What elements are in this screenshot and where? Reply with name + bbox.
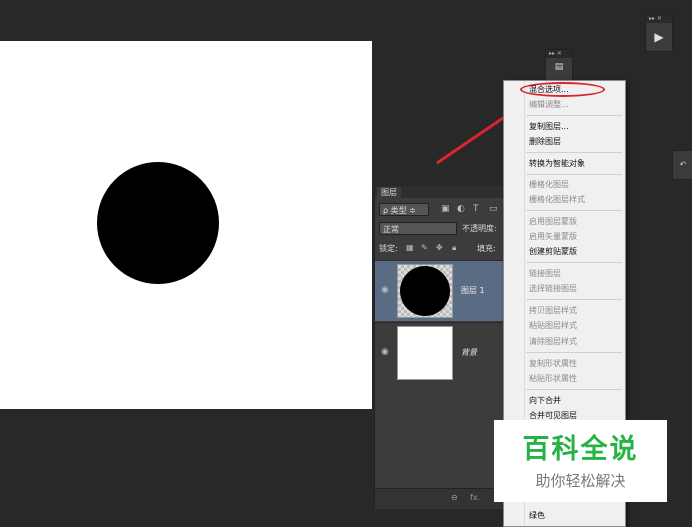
layer-name[interactable]: 背景: [461, 347, 477, 358]
blend-mode-select[interactable]: 正常: [379, 222, 457, 235]
menu-item-convert-smart-object[interactable]: 转换为智能对象: [529, 159, 585, 169]
tab-layers[interactable]: 图层: [377, 187, 401, 198]
lock-label: 锁定:: [379, 244, 398, 253]
layers-bottom-bar: ⊖ fx.: [375, 488, 507, 509]
menu-item-merge-down[interactable]: 向下合并: [529, 396, 561, 406]
menu-item-create-clipping-mask[interactable]: 创建剪贴蒙版: [529, 247, 577, 257]
lock-row: 锁定: ▦ ✎ ✥ 🔒︎ 填充:: [375, 242, 507, 256]
properties-icon[interactable]: ▤: [546, 62, 572, 72]
menu-item-blending-options[interactable]: 混合选项...: [529, 85, 569, 95]
layers-tab-bar: 图层: [375, 186, 507, 198]
visibility-eye-icon[interactable]: ◉: [381, 285, 389, 295]
fx-icon[interactable]: fx.: [470, 493, 480, 502]
fill-label: 填充:: [477, 244, 496, 253]
layer-thumbnail[interactable]: [397, 264, 453, 318]
layers-panel: 图层 ρ 类型 ≑ ▣ ◐ T ▭ 正常 不透明度: 锁定: ▦ ✎ ✥ 🔒︎ …: [374, 186, 507, 509]
mini-panel-collapse-bar[interactable]: ▸▸ ✕: [646, 15, 672, 23]
layer-filter-select[interactable]: ρ 类型 ≑: [379, 203, 429, 216]
shape-filter-icon[interactable]: ▭: [489, 204, 498, 214]
menu-item-duplicate-layer[interactable]: 复制图层...: [529, 122, 569, 132]
menu-item-enable-vector-mask[interactable]: 启用矢量蒙版: [529, 232, 577, 242]
menu-separator: [526, 210, 622, 211]
menu-separator: [526, 299, 622, 300]
menu-item-link-layers[interactable]: 链接图层: [529, 269, 561, 279]
menu-separator: [526, 262, 622, 263]
menu-item-green[interactable]: 绿色: [529, 511, 545, 521]
lock-transparent-icon[interactable]: ▦: [406, 243, 414, 252]
history-icon[interactable]: ↶: [672, 150, 692, 180]
menu-separator: [526, 389, 622, 390]
watermark-subtitle: 助你轻松解决: [535, 472, 626, 490]
layer-name[interactable]: 图层 1: [461, 285, 485, 296]
image-filter-icon[interactable]: ▣: [441, 204, 450, 214]
document-canvas[interactable]: [0, 41, 372, 409]
layer-thumbnail[interactable]: [397, 326, 453, 380]
visibility-eye-icon[interactable]: ◉: [381, 347, 389, 357]
thumbnail-circle: [400, 266, 450, 316]
menu-separator: [526, 352, 622, 353]
layer-row[interactable]: ◉ 背景: [375, 322, 507, 383]
menu-item-rasterize-layer[interactable]: 栅格化图层: [529, 180, 569, 190]
menu-item-delete-layer[interactable]: 删除图层: [529, 137, 561, 147]
menu-separator: [526, 152, 622, 153]
menu-item-paste-layer-style[interactable]: 粘贴图层样式: [529, 321, 577, 331]
menu-item-copy-layer-style[interactable]: 拷贝图层样式: [529, 306, 577, 316]
actions-mini-panel[interactable]: ▸▸ ✕ ▶: [645, 14, 673, 52]
layer-filter-row: ρ 类型 ≑ ▣ ◐ T ▭: [375, 202, 507, 218]
menu-item-copy-shape-attributes[interactable]: 复制形状属性: [529, 359, 577, 369]
menu-item-paste-shape-attributes[interactable]: 粘贴形状属性: [529, 374, 577, 384]
menu-item-select-linked-layers[interactable]: 选择链接图层: [529, 284, 577, 294]
lock-all-icon[interactable]: 🔒︎: [452, 243, 456, 253]
watermark-title: 百科全说: [522, 434, 639, 465]
menu-item-clear-layer-style[interactable]: 清除图层样式: [529, 337, 577, 347]
link-icon[interactable]: ⊖: [451, 493, 458, 502]
adjustment-filter-icon[interactable]: ◐: [457, 204, 465, 214]
dock-panel-collapse-bar[interactable]: ▸▸ ✕: [546, 50, 572, 58]
type-filter-icon[interactable]: T: [473, 204, 479, 214]
menu-separator: [526, 174, 622, 175]
lock-pixels-icon[interactable]: ✎: [421, 243, 428, 252]
play-icon[interactable]: ▶: [650, 28, 668, 46]
opacity-label: 不透明度:: [462, 224, 497, 233]
menu-item-enable-layer-mask[interactable]: 启用图层蒙版: [529, 217, 577, 227]
menu-item-edit-adjustment[interactable]: 编辑调整...: [529, 100, 569, 110]
blend-mode-row: 正常 不透明度:: [375, 221, 507, 237]
layer-row[interactable]: ◉ 图层 1: [375, 260, 507, 321]
menu-item-rasterize-layer-style[interactable]: 栅格化图层样式: [529, 195, 585, 205]
black-circle-shape[interactable]: [97, 162, 219, 284]
lock-position-icon[interactable]: ✥: [436, 243, 443, 252]
menu-separator: [526, 115, 622, 116]
watermark-logo: 百科全说 助你轻松解决: [494, 420, 667, 502]
